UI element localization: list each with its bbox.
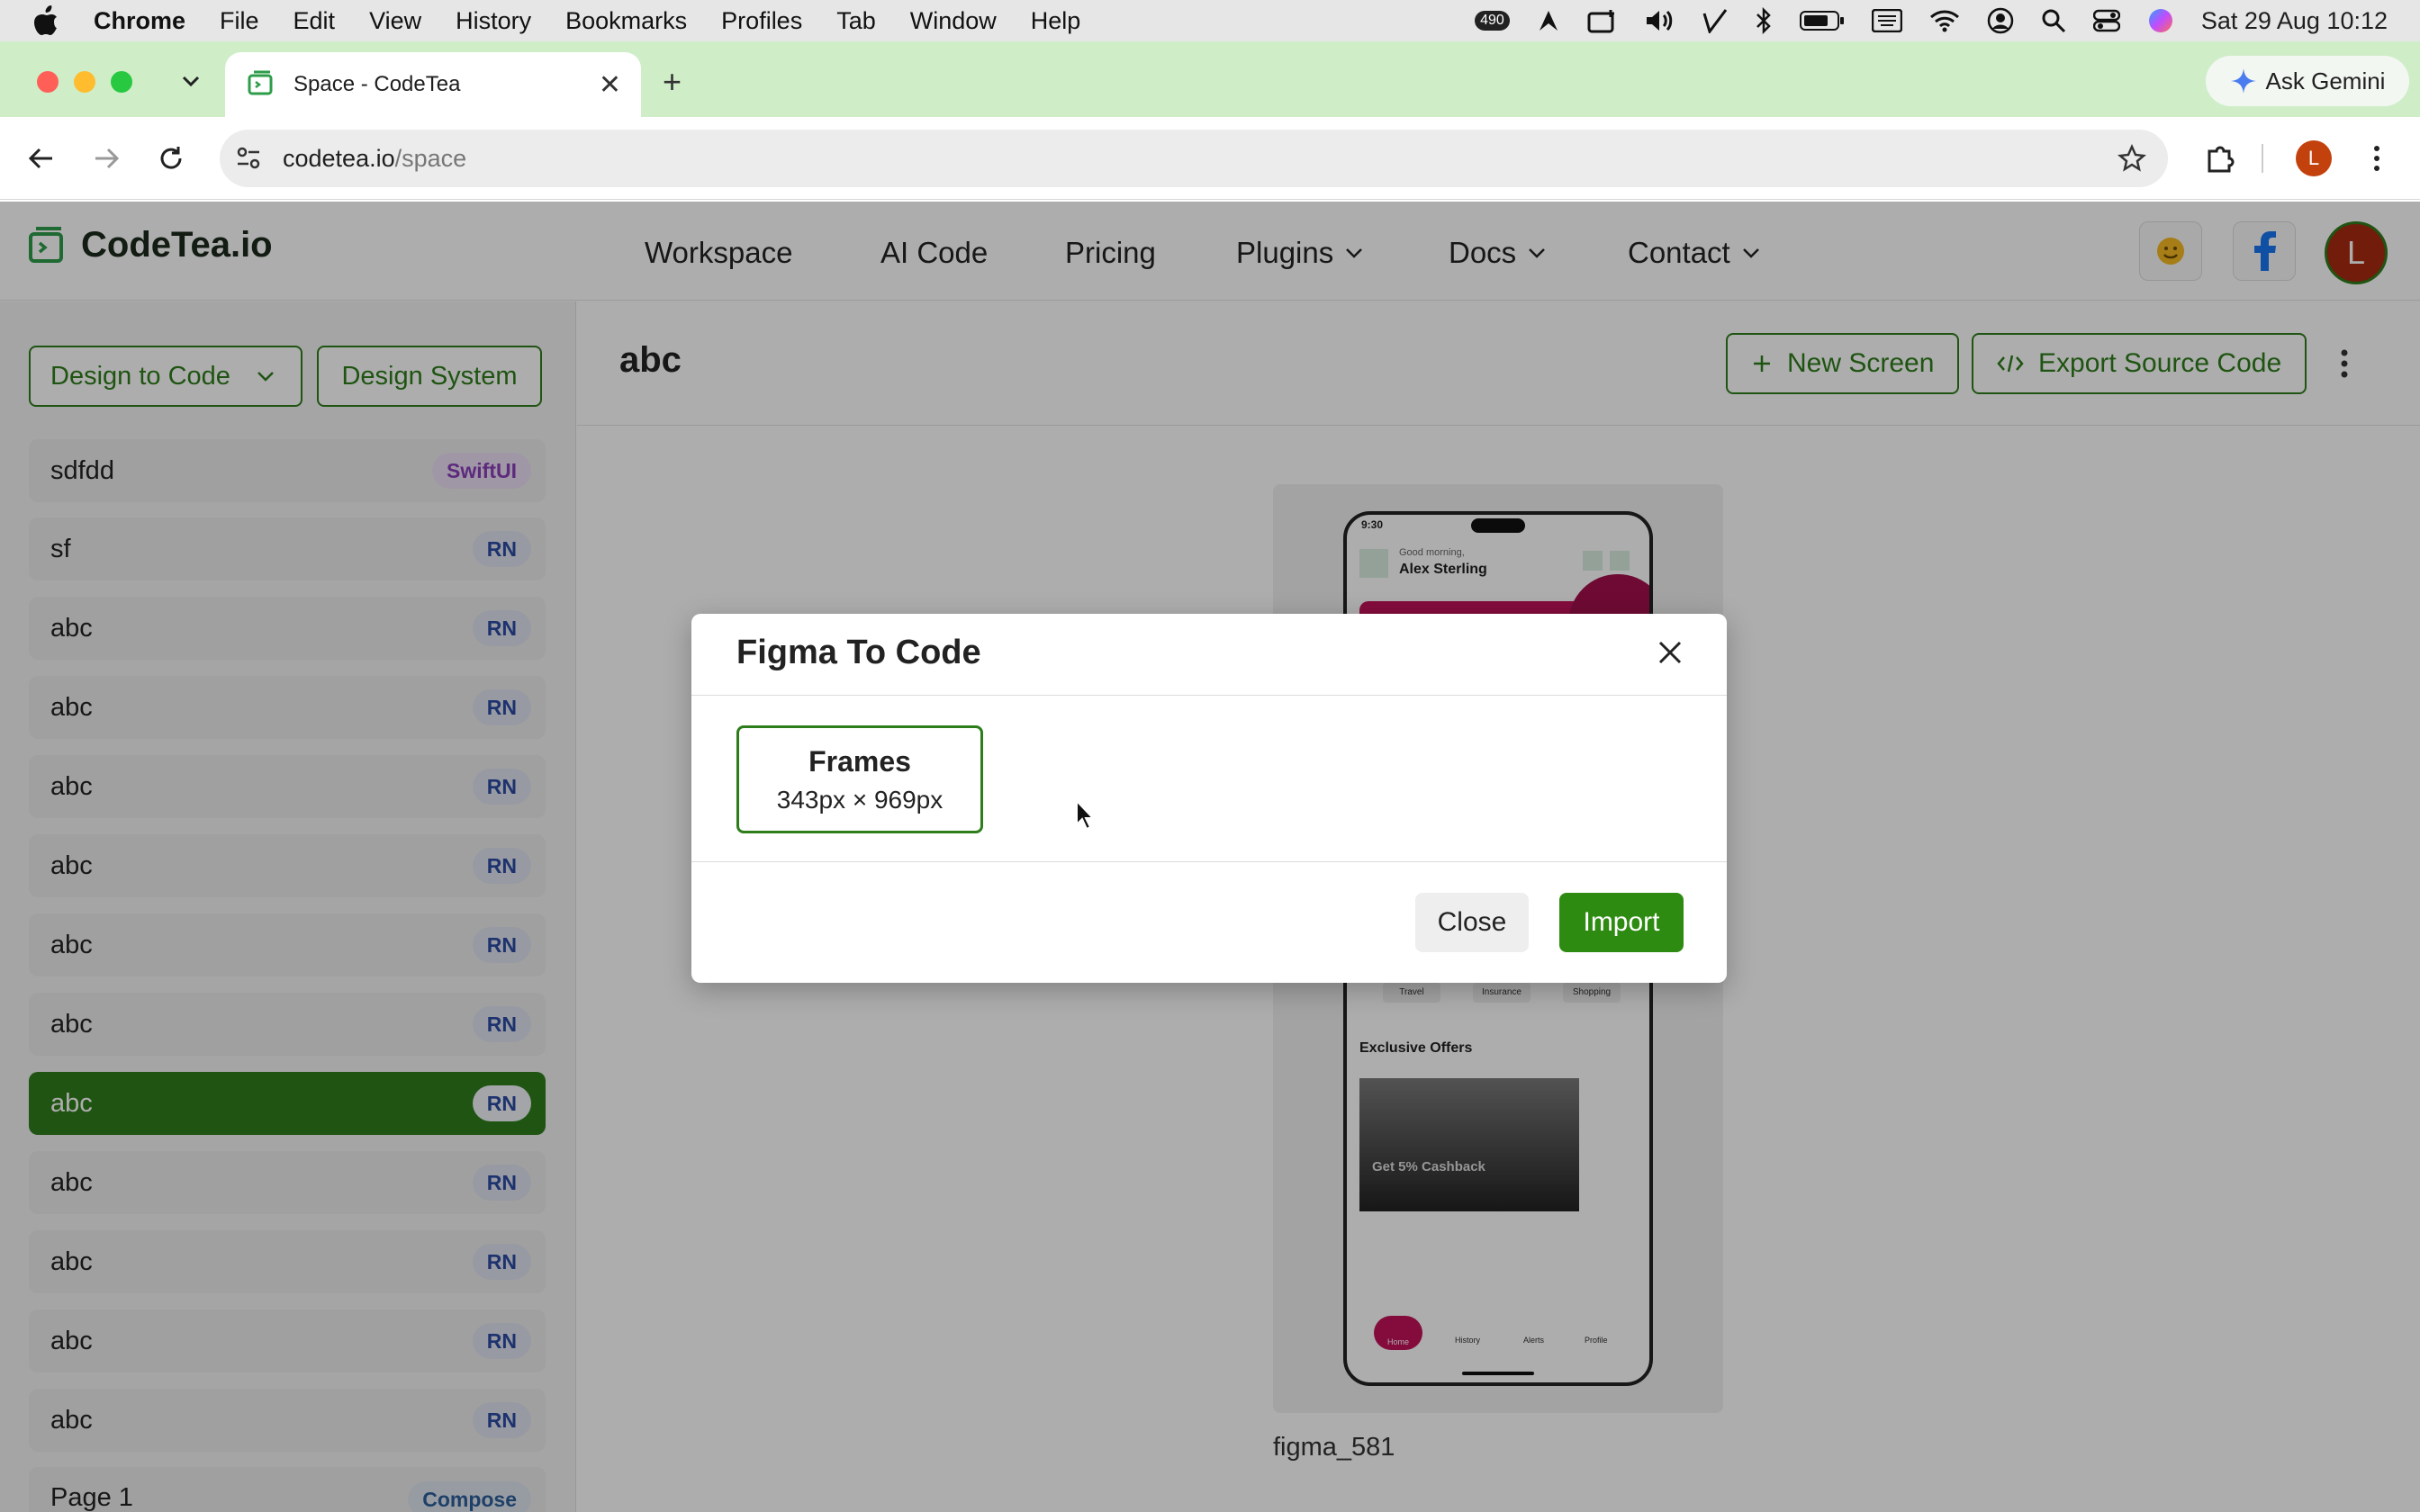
tab-title: Space - CodeTea [293,72,461,96]
wifi-icon[interactable] [1929,9,1960,32]
menu-bookmarks[interactable]: Bookmarks [565,7,687,35]
bookmark-star-icon[interactable] [2118,144,2146,173]
menu-file[interactable]: File [220,7,259,35]
siri-icon[interactable] [2147,7,2174,34]
menu-window[interactable]: Window [910,7,997,35]
battery-icon[interactable] [1799,10,1845,32]
vimeo-icon[interactable] [1702,8,1728,33]
chrome-menu-kebab-icon[interactable] [2368,144,2386,173]
window-zoom-button[interactable] [111,71,132,93]
active-browser-tab[interactable]: Space - CodeTea ✕ [225,52,641,117]
dialog-title: Figma To Code [736,634,981,671]
window-close-button[interactable] [37,71,59,93]
menu-help[interactable]: Help [1031,7,1081,35]
dialog-header-divider [691,695,1727,696]
url-host: codetea.io [283,144,395,172]
screen-share-icon[interactable] [1587,8,1618,33]
bluetooth-icon[interactable] [1755,7,1773,34]
tab-search-chevron-icon[interactable] [180,70,202,92]
window-minimize-button[interactable] [74,71,95,93]
keyboard-icon[interactable] [1871,9,1902,32]
codetea-favicon-icon [247,70,275,99]
frame-option-card[interactable]: Frames 343px × 969px [736,725,983,833]
volume-icon[interactable] [1645,8,1675,33]
menu-profiles[interactable]: Profiles [721,7,802,35]
menu-tab[interactable]: Tab [836,7,876,35]
extensions-puzzle-icon[interactable] [2204,142,2236,175]
frame-name: Frames [808,744,911,778]
macos-menubar: Chrome File Edit View History Bookmarks … [0,0,2420,41]
close-button[interactable]: Close [1415,893,1529,952]
figma-to-code-dialog: Figma To Code Frames 343px × 969px Close… [691,614,1727,983]
tab-close-icon[interactable]: ✕ [599,69,621,101]
notification-badge[interactable]: 490 [1475,11,1510,31]
site-info-icon[interactable] [234,144,263,173]
frame-size: 343px × 969px [776,785,944,814]
control-center-icon[interactable] [2092,9,2120,32]
import-button[interactable]: Import [1559,893,1684,952]
reload-icon[interactable] [157,144,185,173]
close-icon[interactable] [1657,639,1684,666]
menu-app-name[interactable]: Chrome [94,7,185,35]
menu-history[interactable]: History [456,7,531,35]
gemini-sparkle-icon [2230,68,2257,94]
app-status-icon[interactable] [1537,9,1560,32]
toolbar-divider [2262,144,2263,173]
chrome-profile-avatar[interactable]: L [2296,140,2332,176]
ask-gemini-button[interactable]: Ask Gemini [2206,56,2409,106]
forward-arrow-icon[interactable] [92,144,121,173]
ask-gemini-label: Ask Gemini [2265,67,2386,94]
url-path: /space [394,144,467,172]
apple-icon[interactable] [32,5,67,36]
menu-view[interactable]: View [369,7,421,35]
address-bar[interactable]: codetea.io/space [220,130,2168,187]
menu-edit[interactable]: Edit [293,7,336,35]
menubar-clock[interactable]: Sat 29 Aug 10:12 [2201,7,2388,35]
dialog-footer-divider [691,861,1727,862]
spotlight-search-icon[interactable] [2041,8,2066,33]
new-tab-plus-icon[interactable]: + [663,63,682,101]
back-arrow-icon[interactable] [27,144,56,173]
user-account-icon[interactable] [1987,7,2014,34]
mouse-cursor-icon [1075,799,1097,832]
